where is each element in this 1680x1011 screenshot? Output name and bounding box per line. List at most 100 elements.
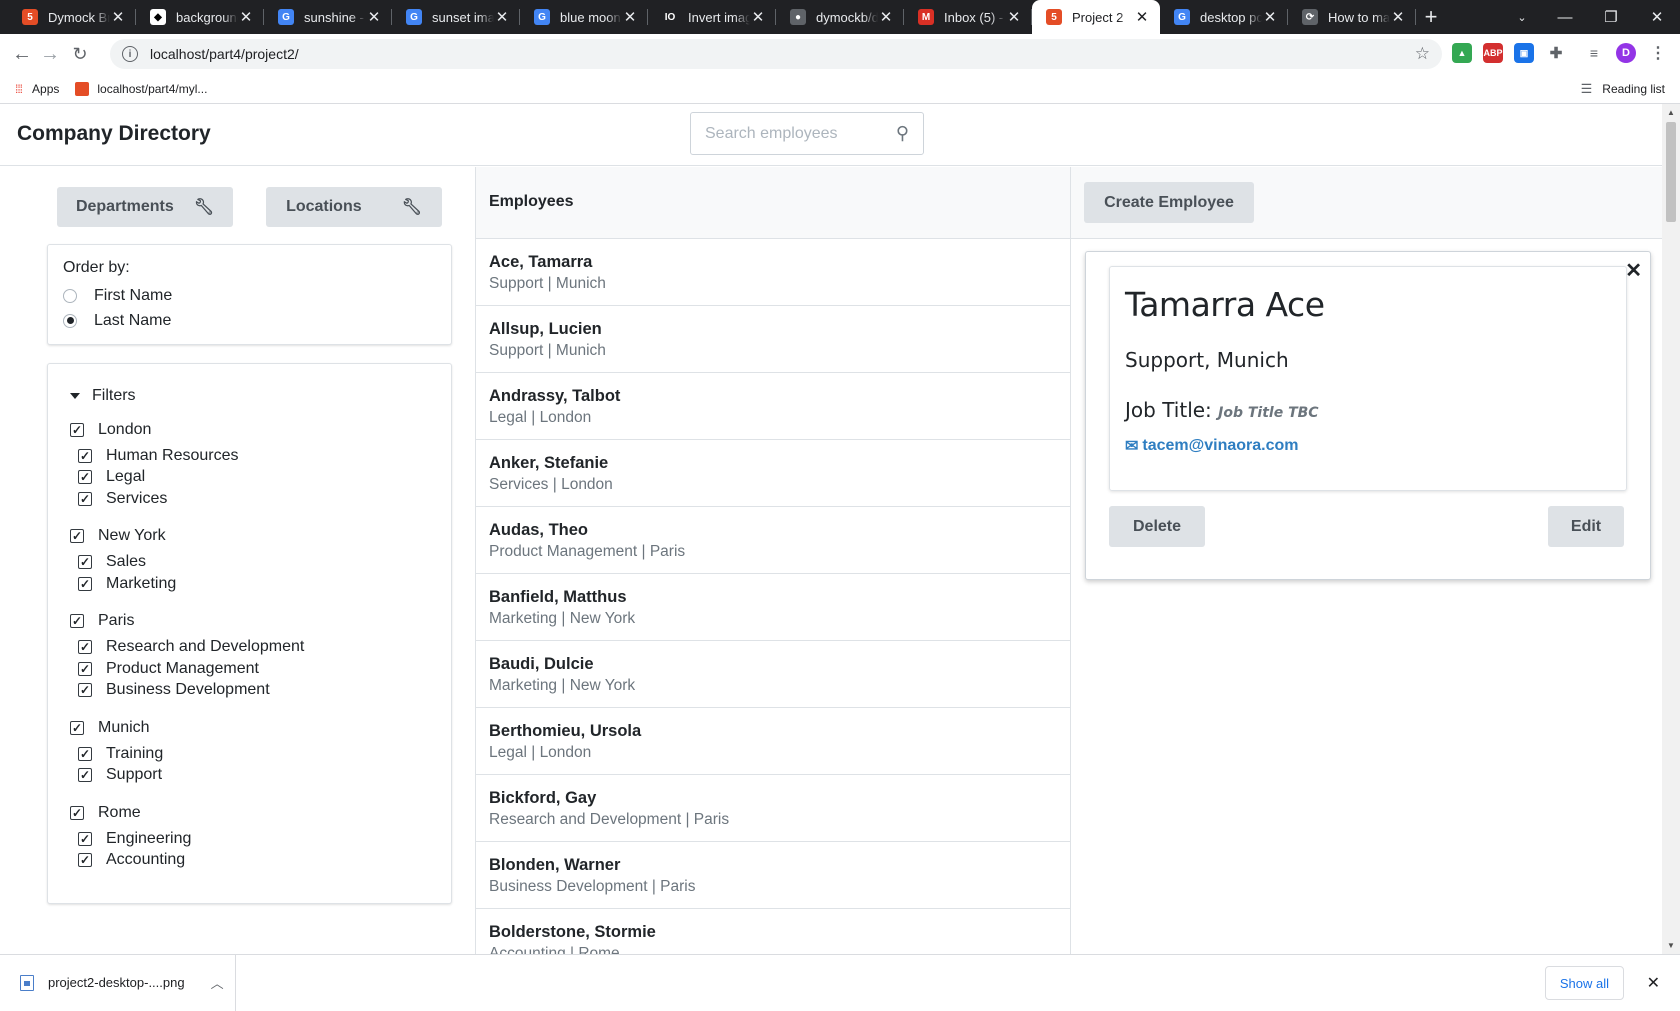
employee-row[interactable]: Ace, Tamarra Support | Munich — [476, 239, 1070, 306]
chevron-up-icon[interactable]: ︿ — [211, 973, 224, 992]
radio-button[interactable] — [63, 288, 77, 303]
departments-button[interactable]: Departments 🔧︎ — [57, 187, 233, 227]
filter-location[interactable]: ✓ New York — [70, 521, 433, 552]
checkbox-checked-icon[interactable]: ✓ — [78, 576, 92, 591]
delete-button[interactable]: Delete — [1109, 506, 1205, 547]
filter-department[interactable]: ✓ Research and Development — [78, 637, 433, 659]
checkbox-checked-icon[interactable]: ✓ — [78, 853, 92, 868]
bookmark-star-icon[interactable]: ☆ — [1415, 44, 1430, 64]
checkbox-checked-icon[interactable]: ✓ — [78, 470, 92, 485]
drive-icon[interactable]: ▲ — [1452, 43, 1472, 63]
checkbox-checked-icon[interactable]: ✓ — [78, 555, 92, 570]
employee-row[interactable]: Berthomieu, Ursola Legal | London — [476, 708, 1070, 775]
employee-row[interactable]: Allsup, Lucien Support | Munich — [476, 306, 1070, 373]
browser-tab[interactable]: M Inbox (5) - d✕ — [904, 0, 1032, 34]
tab-search-icon[interactable]: ⌄ — [1502, 11, 1542, 24]
reading-list-icon[interactable]: ☰ — [1581, 81, 1593, 97]
filter-department[interactable]: ✓ Business Development — [78, 680, 433, 702]
scroll-down-icon[interactable]: ▼ — [1667, 941, 1675, 950]
filter-department[interactable]: ✓ Services — [78, 488, 433, 510]
browser-tab[interactable]: Gsunshine - G✕ — [264, 0, 392, 34]
bookmark-apps[interactable]: Apps — [32, 82, 59, 96]
close-tab-icon[interactable]: ✕ — [1006, 8, 1022, 26]
checkbox-checked-icon[interactable]: ✓ — [78, 683, 92, 698]
checkbox-checked-icon[interactable]: ✓ — [70, 614, 84, 628]
minimize-icon[interactable]: — — [1542, 9, 1588, 26]
profile-avatar[interactable]: D — [1616, 43, 1636, 63]
download-item[interactable]: project2-desktop-....png ︿ — [0, 954, 236, 1011]
close-tab-icon[interactable]: ✕ — [878, 8, 894, 26]
back-icon[interactable]: ← — [8, 40, 36, 68]
checkbox-checked-icon[interactable]: ✓ — [70, 720, 84, 735]
browser-tab[interactable]: Gblue moon ✕ — [520, 0, 648, 34]
scrollbar-thumb[interactable] — [1666, 122, 1676, 222]
media-icon[interactable]: ≡ — [1584, 43, 1604, 63]
employee-row[interactable]: Bickford, Gay Research and Development | … — [476, 775, 1070, 842]
close-tab-icon[interactable]: ✕ — [110, 8, 126, 26]
close-window-icon[interactable]: ✕ — [1634, 8, 1680, 26]
filter-department[interactable]: ✓ Support — [78, 765, 433, 787]
order-last-name[interactable]: Last Name — [63, 308, 436, 333]
filter-department[interactable]: ✓ Human Resources — [78, 445, 433, 467]
checkbox-checked-icon[interactable]: ✓ — [78, 448, 92, 463]
checkbox-checked-icon[interactable]: ✓ — [70, 422, 84, 437]
email-link[interactable]: ✉︎ tacem@vinaora.com — [1125, 436, 1611, 456]
browser-tab[interactable]: Gdesktop pc ✕ — [1160, 0, 1288, 34]
filters-toggle[interactable]: Filters — [66, 378, 433, 414]
browser-tab[interactable]: IO Invert imag ✕ — [648, 0, 776, 34]
filter-department[interactable]: ✓ Product Management — [78, 658, 433, 680]
apps-grid-icon[interactable]: ⁞⁞⁞ — [15, 82, 23, 96]
browser-tab[interactable]: ◆ background ✕ — [136, 0, 264, 34]
browser-tab[interactable]: ● dymockb/d ✕ — [776, 0, 904, 34]
show-all-button[interactable]: Show all — [1544, 966, 1624, 1000]
close-tab-icon[interactable]: ✕ — [750, 8, 766, 26]
close-tab-icon[interactable]: ✕ — [494, 8, 510, 26]
reader-icon[interactable]: ▣ — [1514, 43, 1534, 63]
checkbox-checked-icon[interactable]: ✓ — [78, 640, 92, 655]
close-downloads-icon[interactable]: ✕ — [1647, 973, 1660, 993]
locations-button[interactable]: Locations 🔧︎ — [266, 187, 442, 227]
filter-department[interactable]: ✓ Sales — [78, 552, 433, 574]
edit-button[interactable]: Edit — [1548, 506, 1624, 547]
page-scrollbar[interactable]: ▲ ▼ — [1662, 104, 1680, 954]
close-icon[interactable]: ✕ — [1625, 258, 1642, 283]
checkbox-checked-icon[interactable]: ✓ — [78, 746, 92, 761]
checkbox-checked-icon[interactable]: ✓ — [70, 529, 84, 543]
forward-icon[interactable]: → — [36, 40, 64, 68]
browser-tab[interactable]: 5 Dymock Bre✕ — [8, 0, 136, 34]
abp-icon[interactable]: ABP — [1483, 43, 1503, 63]
close-tab-icon[interactable]: ✕ — [1262, 8, 1278, 26]
checkbox-checked-icon[interactable]: ✓ — [78, 831, 92, 846]
employee-row[interactable]: Audas, Theo Product Management | Paris — [476, 507, 1070, 574]
filter-location[interactable]: ✓ Munich — [70, 712, 433, 743]
radio-button[interactable] — [63, 313, 77, 328]
close-tab-icon[interactable]: ✕ — [622, 8, 638, 26]
browser-tab[interactable]: Gsunset imag✕ — [392, 0, 520, 34]
employee-row[interactable]: Banfield, Matthus Marketing | New York — [476, 574, 1070, 641]
close-tab-icon[interactable]: ✕ — [1390, 8, 1406, 26]
filter-department[interactable]: ✓ Accounting — [78, 850, 433, 872]
checkbox-checked-icon[interactable]: ✓ — [78, 768, 92, 783]
checkbox-checked-icon[interactable]: ✓ — [78, 661, 92, 676]
browser-menu-icon[interactable]: ⋮ — [1648, 43, 1668, 63]
extensions-icon[interactable]: ✚ — [1546, 43, 1566, 63]
employee-row[interactable]: Bolderstone, Stormie Accounting | Rome — [476, 909, 1070, 954]
reload-icon[interactable]: ↻ — [66, 40, 94, 68]
create-employee-button[interactable]: Create Employee — [1084, 182, 1254, 223]
close-tab-icon[interactable]: ✕ — [1134, 8, 1150, 26]
filter-department[interactable]: ✓ Legal — [78, 467, 433, 489]
close-tab-icon[interactable]: ✕ — [238, 8, 254, 26]
filter-location[interactable]: ✓ London — [70, 414, 433, 445]
employee-row[interactable]: Anker, Stefanie Services | London — [476, 440, 1070, 507]
close-tab-icon[interactable]: ✕ — [366, 8, 382, 26]
reading-list[interactable]: Reading list — [1602, 82, 1665, 96]
search-icon[interactable]: ⚲ — [896, 123, 909, 144]
filter-department[interactable]: ✓ Engineering — [78, 828, 433, 850]
filter-department[interactable]: ✓ Marketing — [78, 573, 433, 595]
address-bar[interactable]: i localhost/part4/project2/ ☆ — [110, 39, 1442, 69]
order-first-name[interactable]: First Name — [63, 283, 436, 308]
restore-icon[interactable]: ❐ — [1588, 8, 1634, 26]
employee-row[interactable]: Andrassy, Talbot Legal | London — [476, 373, 1070, 440]
checkbox-checked-icon[interactable]: ✓ — [78, 491, 92, 506]
scroll-up-icon[interactable]: ▲ — [1667, 108, 1675, 117]
